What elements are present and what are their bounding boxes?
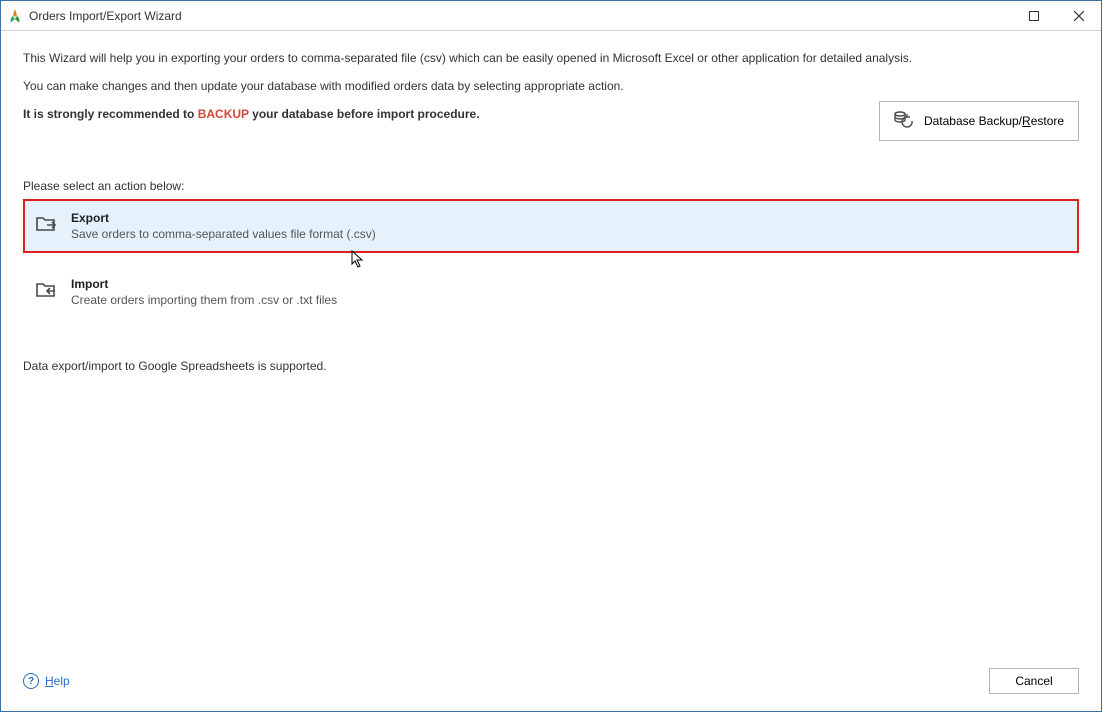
import-option[interactable]: Import Create orders importing them from…: [23, 265, 1079, 319]
window-title: Orders Import/Export Wizard: [29, 9, 1011, 23]
footer: ? Help Cancel: [1, 663, 1101, 711]
help-link[interactable]: ? Help: [23, 673, 70, 689]
maximize-button[interactable]: [1011, 1, 1056, 30]
help-icon: ?: [23, 673, 39, 689]
intro-line-2: You can make changes and then update you…: [23, 79, 1079, 93]
import-title: Import: [71, 277, 337, 291]
folder-export-icon: [35, 213, 57, 235]
close-button[interactable]: [1056, 1, 1101, 30]
export-option[interactable]: Export Save orders to comma-separated va…: [23, 199, 1079, 253]
window-controls: [1011, 1, 1101, 30]
intro-line-1: This Wizard will help you in exporting y…: [23, 51, 1079, 65]
app-icon: [7, 8, 23, 24]
maximize-icon: [1029, 11, 1039, 21]
database-backup-restore-button[interactable]: Database Backup/Restore: [879, 101, 1079, 141]
action-section-label: Please select an action below:: [23, 179, 1079, 193]
database-restore-icon: [894, 111, 914, 132]
titlebar: Orders Import/Export Wizard: [1, 1, 1101, 31]
import-desc: Create orders importing them from .csv o…: [71, 293, 337, 307]
google-sheets-note: Data export/import to Google Spreadsheet…: [23, 359, 1079, 373]
close-icon: [1074, 11, 1084, 21]
content-area: This Wizard will help you in exporting y…: [1, 31, 1101, 663]
folder-import-icon: [35, 279, 57, 301]
export-title: Export: [71, 211, 376, 225]
cancel-button[interactable]: Cancel: [989, 668, 1079, 694]
export-desc: Save orders to comma-separated values fi…: [71, 227, 376, 241]
wizard-window: Orders Import/Export Wizard This Wizard …: [0, 0, 1102, 712]
